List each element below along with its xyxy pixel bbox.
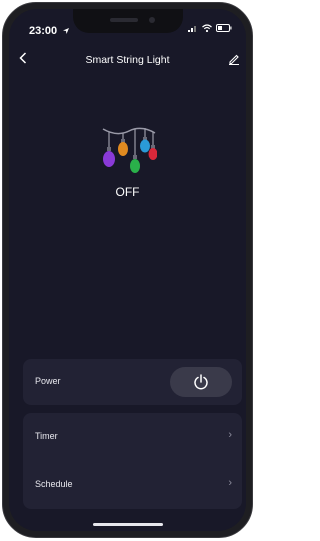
power-card: Power — [23, 359, 242, 405]
string-light-icon — [102, 127, 157, 173]
battery-icon — [216, 24, 232, 32]
home-indicator — [93, 523, 163, 526]
settings-card: Timer › Schedule › — [23, 413, 242, 509]
power-label: Power — [35, 376, 61, 386]
schedule-label: Schedule — [35, 479, 73, 489]
signal-icon — [188, 26, 196, 32]
schedule-row[interactable]: Schedule › — [23, 461, 242, 509]
status-time: 23:00 — [29, 25, 70, 37]
app-screen: 23:00 Smart String Light OFF Power Timer… — [9, 9, 246, 531]
speaker — [110, 18, 138, 22]
page-title: Smart String Light — [85, 54, 170, 66]
notch — [73, 9, 183, 33]
wifi-icon — [202, 24, 212, 32]
power-icon — [194, 374, 208, 390]
nav-bar: Smart String Light — [9, 49, 246, 73]
phone-frame: 23:00 Smart String Light OFF Power Timer… — [2, 2, 253, 538]
chevron-right-icon: › — [228, 477, 232, 489]
chevron-right-icon: › — [228, 429, 232, 441]
timer-row[interactable]: Timer › — [23, 413, 242, 461]
status-time-text: 23:00 — [29, 25, 58, 37]
power-button[interactable] — [170, 367, 232, 397]
status-icons — [188, 24, 232, 32]
edit-button[interactable] — [228, 52, 240, 70]
camera — [149, 17, 155, 23]
location-icon — [63, 28, 70, 35]
timer-label: Timer — [35, 431, 58, 441]
edit-icon — [229, 54, 239, 66]
device-state: OFF — [115, 185, 140, 199]
